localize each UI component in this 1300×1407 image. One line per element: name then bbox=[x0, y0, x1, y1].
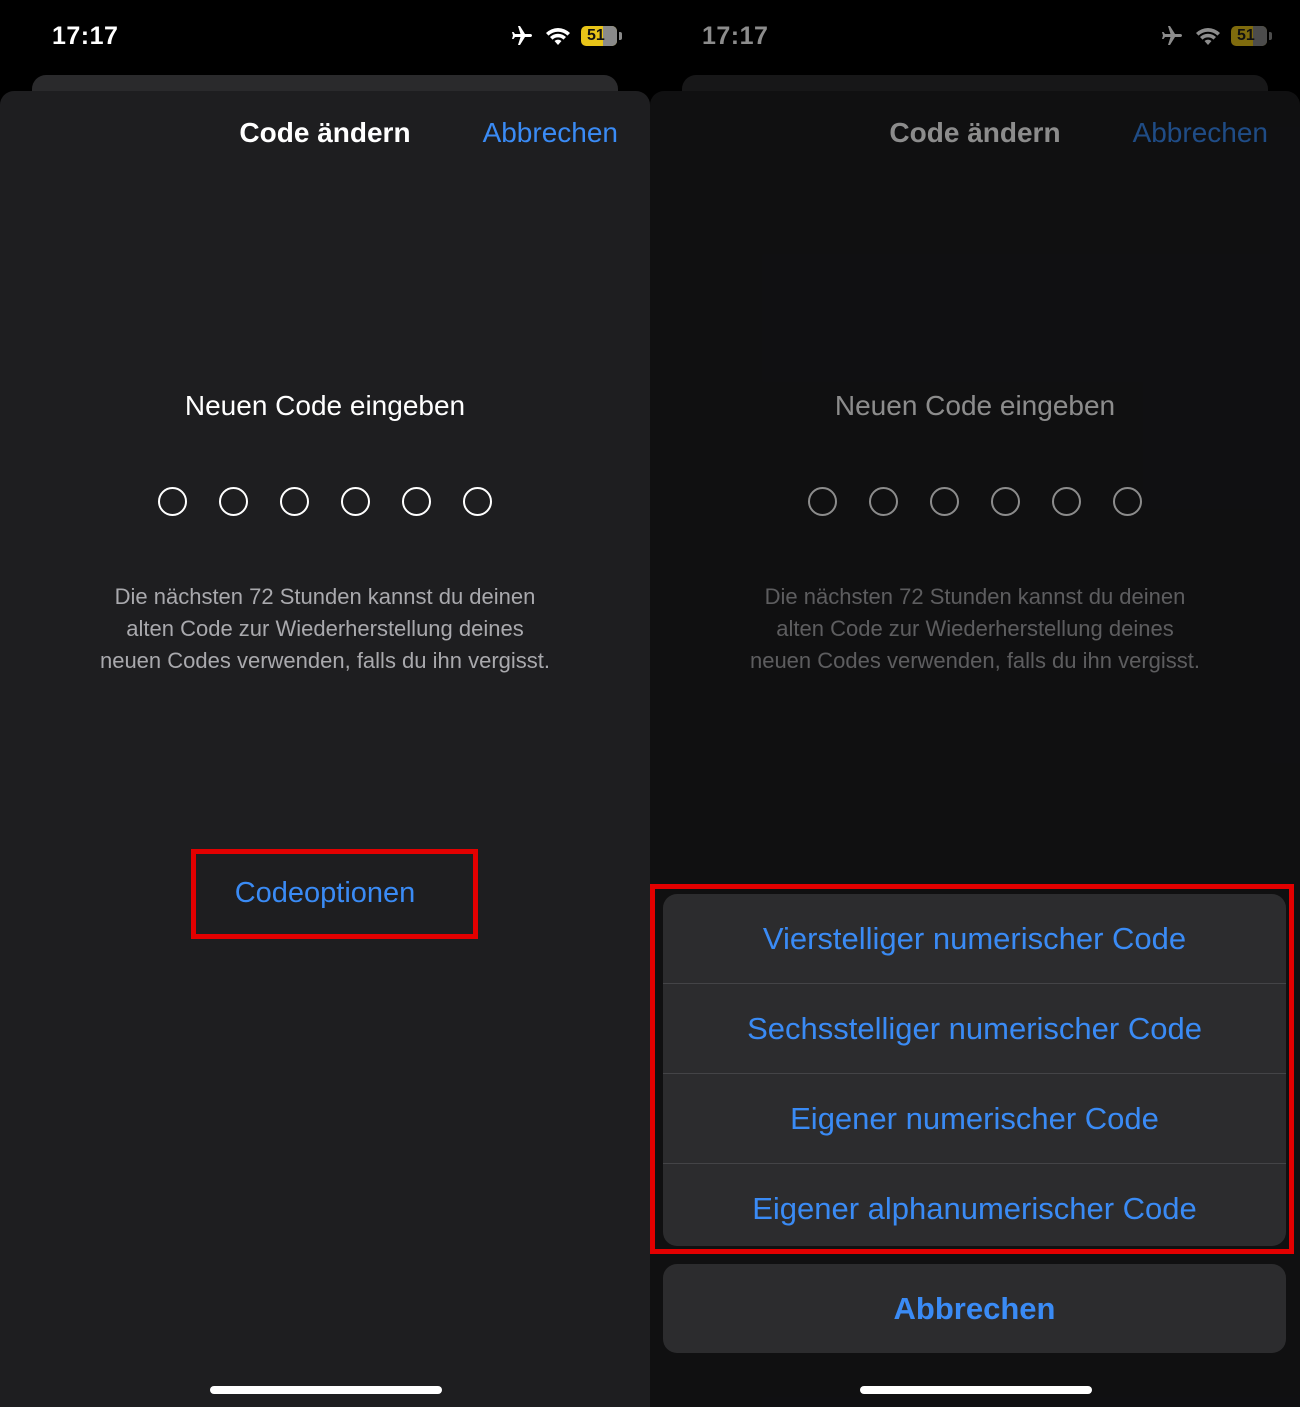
passcode-dot bbox=[341, 487, 370, 516]
passcode-prompt: Neuen Code eingeben bbox=[184, 390, 466, 421]
passcode-dot bbox=[402, 487, 431, 516]
passcode-dot bbox=[219, 487, 248, 516]
highlight-box bbox=[650, 884, 1294, 1254]
battery-icon: 51 bbox=[581, 26, 617, 46]
right-screen: 17:17 51 Code ändern Abbrechen Neuen Cod… bbox=[650, 0, 1300, 1407]
info-line: alten Code zur Wiederherstellung deines bbox=[126, 616, 524, 641]
left-screen: 17:17 51 Code ändern Abbrechen Neuen Cod… bbox=[0, 0, 650, 1407]
passcode-dot bbox=[158, 487, 187, 516]
action-cancel-button[interactable]: Abbrechen bbox=[663, 1264, 1286, 1353]
info-line: Die nächsten 72 Stunden kannst du deinen bbox=[114, 584, 536, 609]
status-icons: 51 bbox=[509, 24, 622, 48]
highlight-box bbox=[191, 849, 478, 939]
wifi-icon bbox=[546, 28, 570, 45]
battery-level: 51 bbox=[587, 27, 605, 44]
passcode-dot bbox=[463, 487, 492, 516]
home-indicator bbox=[210, 1386, 442, 1394]
modal-sheet bbox=[0, 91, 650, 1407]
info-line: neuen Codes verwenden, falls du ihn verg… bbox=[99, 648, 551, 673]
battery-level: 51 bbox=[1237, 27, 1255, 44]
info-text: Die nächsten 72 Stunden kannst du deinen… bbox=[60, 581, 590, 677]
home-indicator bbox=[860, 1386, 1092, 1394]
status-time: 17:17 bbox=[52, 22, 119, 50]
airplane-icon bbox=[512, 26, 532, 45]
passcode-dot bbox=[280, 487, 309, 516]
cancel-button[interactable]: Abbrechen bbox=[483, 117, 618, 149]
passcode-dots bbox=[0, 487, 650, 516]
